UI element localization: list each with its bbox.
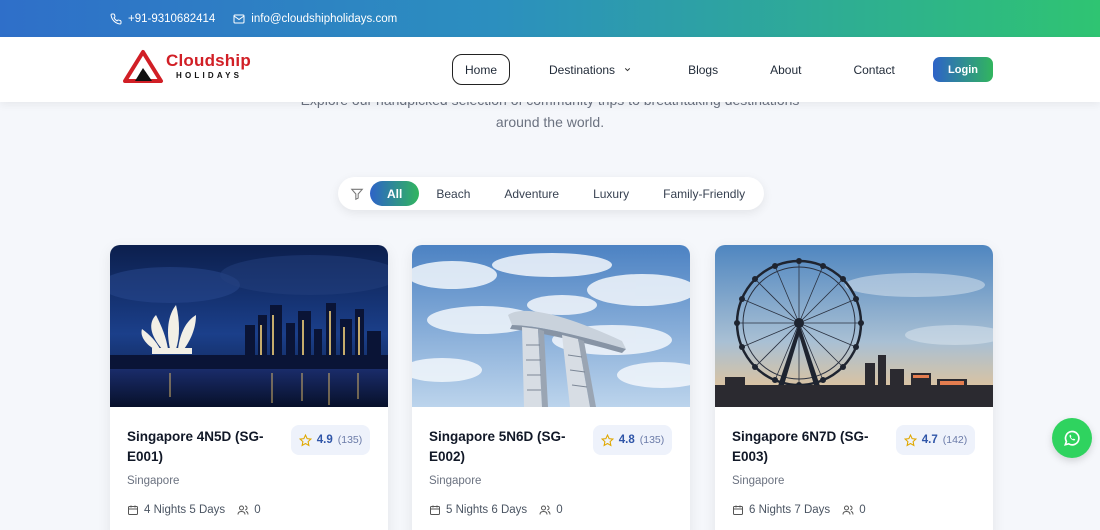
users-icon: [539, 505, 551, 515]
rating-badge: 4.9 (135): [291, 425, 370, 455]
nav-contact[interactable]: Contact: [853, 54, 894, 85]
category-filter-bar: All Beach Adventure Luxury Family-Friend…: [338, 177, 764, 210]
tour-location: Singapore: [732, 475, 785, 487]
review-count: (135): [337, 434, 363, 446]
users-icon: [237, 505, 249, 515]
tour-card-1[interactable]: Singapore 4N5D (SG-E001) 4.9 (135) Singa…: [110, 245, 388, 530]
star-icon: [600, 433, 614, 446]
calendar-icon: [430, 505, 440, 515]
whatsapp-icon: [1064, 430, 1080, 446]
brand-logo[interactable]: C Cloudship HOLIDAYS: [122, 48, 251, 84]
hero-subtitle-line2: around the world.: [495, 114, 605, 130]
nav-about[interactable]: About: [770, 54, 801, 85]
tour-location: Singapore: [127, 475, 180, 487]
mail-icon: [233, 14, 245, 23]
login-button[interactable]: Login: [933, 57, 993, 82]
filter-all[interactable]: All: [370, 181, 420, 206]
rating-badge: 4.7 (142): [896, 425, 975, 455]
tour-title[interactable]: Singapore 4N5D (SG-E001): [127, 427, 277, 467]
tour-duration: 6 Nights 7 Days: [749, 504, 831, 516]
tour-meta: 6 Nights 7 Days 0: [732, 504, 866, 516]
calendar-icon: [128, 505, 138, 515]
filter-luxury[interactable]: Luxury: [576, 181, 646, 206]
logo-letter: C: [139, 70, 146, 81]
traveller-count: 0: [254, 504, 261, 516]
users-icon: [842, 505, 854, 515]
calendar-icon: [733, 505, 743, 515]
star-icon: [298, 433, 312, 446]
whatsapp-chat-button[interactable]: [1052, 418, 1092, 458]
brand-name: Cloudship: [166, 51, 251, 70]
nav-destinations-label: Destinations: [549, 62, 616, 77]
tour-photo: [412, 245, 690, 407]
nav-blogs[interactable]: Blogs: [688, 54, 718, 85]
brand-tagline: HOLIDAYS: [176, 71, 243, 80]
tour-title[interactable]: Singapore 6N7D (SG-E003): [732, 427, 882, 467]
filter-adventure[interactable]: Adventure: [487, 181, 576, 206]
nav-menu: Home Destinations Blogs About Contact: [452, 54, 895, 85]
tour-location: Singapore: [429, 475, 482, 487]
filter-icon: [350, 188, 364, 200]
phone-contact[interactable]: +91-9310682414: [110, 13, 215, 25]
rating-value: 4.7: [921, 434, 938, 446]
top-contact-bar: +91-9310682414 info@cloudshipholidays.co…: [0, 0, 1100, 37]
phone-icon: [110, 12, 122, 24]
review-count: (135): [639, 434, 665, 446]
tour-meta: 4 Nights 5 Days 0: [127, 504, 261, 516]
chevron-down-icon: [624, 68, 631, 72]
email-contact[interactable]: info@cloudshipholidays.com: [233, 13, 397, 25]
tour-photo: [715, 245, 993, 407]
filter-family-friendly[interactable]: Family-Friendly: [646, 181, 762, 206]
tour-meta: 5 Nights 6 Days 0: [429, 504, 563, 516]
tour-duration: 5 Nights 6 Days: [446, 504, 528, 516]
rating-value: 4.8: [618, 434, 635, 446]
filter-beach[interactable]: Beach: [419, 181, 487, 206]
star-icon: [903, 433, 917, 446]
nav-home[interactable]: Home: [452, 54, 511, 85]
traveller-count: 0: [859, 504, 866, 516]
review-count: (142): [942, 434, 968, 446]
email-address: info@cloudshipholidays.com: [251, 12, 398, 25]
rating-value: 4.9: [316, 434, 333, 446]
traveller-count: 0: [556, 504, 563, 516]
tour-duration: 4 Nights 5 Days: [144, 504, 226, 516]
tour-title[interactable]: Singapore 5N6D (SG-E002): [429, 427, 579, 467]
logo-mark-icon: C: [123, 50, 163, 83]
nav-destinations[interactable]: Destinations: [549, 54, 632, 85]
tour-photo: [110, 245, 388, 407]
phone-number: +91-9310682414: [128, 12, 216, 25]
tour-card-3[interactable]: Singapore 6N7D (SG-E003) 4.7 (142) Singa…: [715, 245, 993, 530]
rating-badge: 4.8 (135): [593, 425, 672, 455]
tour-card-2[interactable]: Singapore 5N6D (SG-E002) 4.8 (135) Singa…: [412, 245, 690, 530]
